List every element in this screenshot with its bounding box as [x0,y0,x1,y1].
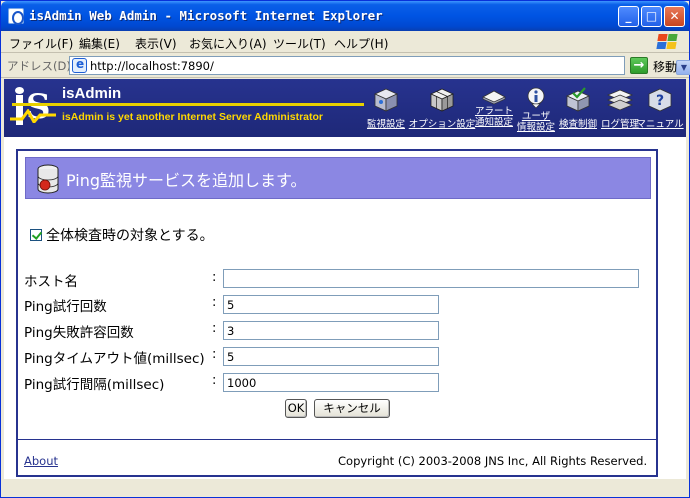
alert-envelope-icon [482,90,506,105]
ping-interval-label: Ping試行間隔(millsec) [24,377,165,393]
window-title: isAdmin Web Admin - Microsoft Internet E… [29,8,383,23]
go-arrow-icon[interactable]: → [630,57,648,74]
svg-text:?: ? [656,93,664,109]
go-button[interactable]: 移動 [653,58,677,75]
address-url[interactable]: http://localhost:7890/ [90,59,214,73]
monitor-box-icon [374,88,398,112]
nav-user-settings[interactable]: ユーザ 情報設定 [516,87,556,133]
nav-check-label: 検査制御 [558,119,598,130]
ping-timeout-colon: : [212,347,217,362]
hostname-label: ホスト名 [24,274,78,290]
menu-edit[interactable]: 編集(E) [79,35,120,52]
nav-log-label: ログ管理 [600,119,640,130]
address-label: アドレス(D) [7,59,71,73]
ping-timeout-input[interactable] [223,347,439,366]
nav-monitor-label: 監視設定 [366,119,406,130]
about-link[interactable]: About [24,454,58,468]
cube-options-icon [430,88,454,112]
hostname-colon: : [212,270,217,285]
footer-divider [18,439,656,440]
brand-subtitle: isAdmin is yet another Internet Server A… [62,111,324,123]
ping-fail-input[interactable] [223,321,439,340]
maximize-button[interactable]: □ [641,6,662,27]
nav-manual[interactable]: ? マニュアル [636,87,684,130]
ping-retry-label: Ping試行回数 [24,299,107,315]
ping-retry-colon: : [212,295,217,310]
browser-window: isAdmin Web Admin - Microsoft Internet E… [0,0,690,498]
windows-logo-icon [656,33,678,51]
user-info-icon [527,87,545,109]
menu-favorites[interactable]: お気に入り(A) [189,35,267,52]
panel-heading: Ping監視サービスを追加します。 [25,157,651,199]
full-check-checkbox[interactable] [30,229,42,241]
ie-page-icon [72,57,87,73]
ping-fail-label: Ping失敗許容回数 [24,325,134,341]
menu-help[interactable]: ヘルプ(H) [334,35,388,52]
nav-option-label: オプション設定 [408,119,476,130]
hostname-input[interactable] [223,269,639,288]
copyright-text: Copyright (C) 2003-2008 JNS Inc, All Rig… [338,454,648,468]
panel-title: Ping監視サービスを追加します。 [66,171,307,190]
close-button[interactable]: ✕ [664,6,685,27]
nav-check-control[interactable]: 検査制御 [558,87,598,130]
nav-monitor-settings[interactable]: 監視設定 [366,87,406,130]
nav-alert-settings[interactable]: アラート 通知設定 [474,87,514,128]
menu-tools[interactable]: ツール(T) [273,35,326,52]
title-bar[interactable]: isAdmin Web Admin - Microsoft Internet E… [1,1,689,31]
ok-button[interactable]: OK [285,399,307,418]
status-bar [1,479,689,497]
address-bar: アドレス(D) http://localhost:7890/ ▼ → 移動 [1,54,690,78]
add-ping-panel: Ping監視サービスを追加します。 全体検査時の対象とする。 ホスト名 : Pi… [16,149,658,477]
ping-interval-input[interactable] [223,373,439,392]
isadmin-logo-icon: S [10,87,56,127]
nav-user-label: ユーザ 情報設定 [516,111,556,133]
cancel-button[interactable]: キャンセル [314,399,390,418]
address-input[interactable]: http://localhost:7890/ ▼ [69,56,690,75]
address-dropdown-icon[interactable]: ▼ [676,60,690,75]
nav-log-management[interactable]: ログ管理 [600,87,640,130]
minimize-button[interactable]: _ [618,6,639,27]
check-box-icon [566,87,590,112]
brand-title: isAdmin [62,85,122,102]
nav-manual-label: マニュアル [636,119,684,130]
ie-app-icon[interactable] [8,8,24,25]
ping-retry-input[interactable] [223,295,439,314]
ping-service-icon [37,164,59,194]
help-manual-icon: ? [648,88,672,112]
menu-bar: ファイル(F) 編集(E) 表示(V) お気に入り(A) ツール(T) ヘルプ(… [1,31,689,53]
ping-fail-colon: : [212,321,217,336]
full-check-option[interactable]: 全体検査時の対象とする。 [30,225,214,245]
nav-option-settings[interactable]: オプション設定 [409,87,475,130]
page-content: S isAdmin isAdmin is yet another Interne… [4,79,686,479]
nav-alert-label: アラート 通知設定 [474,106,514,128]
menu-file[interactable]: ファイル(F) [9,35,73,52]
brand-underline [12,103,364,106]
app-banner: S isAdmin isAdmin is yet another Interne… [4,79,686,137]
menu-view[interactable]: 表示(V) [135,35,177,52]
ping-interval-colon: : [212,373,217,388]
full-check-label: 全体検査時の対象とする。 [46,228,214,244]
ping-timeout-label: Pingタイムアウト値(millsec) [24,351,205,367]
log-stack-icon [606,89,634,111]
